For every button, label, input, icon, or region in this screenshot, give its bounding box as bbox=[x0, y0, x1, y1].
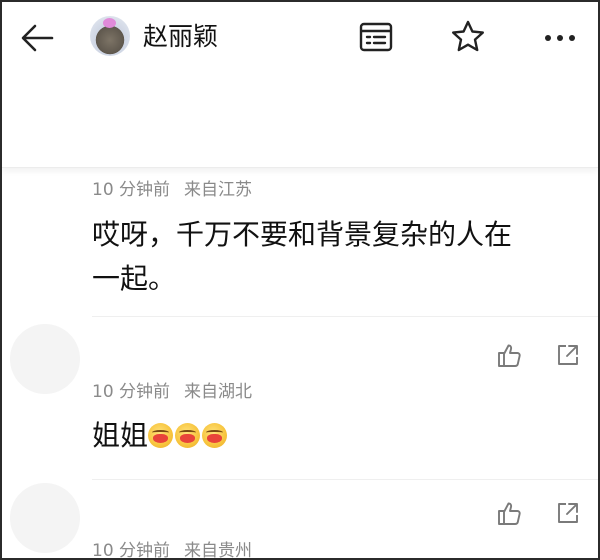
comment-location: 来自湖北 bbox=[184, 382, 253, 402]
comment-text-content: 姐姐 bbox=[92, 419, 149, 452]
like-icon[interactable] bbox=[495, 341, 523, 369]
top-bar: 赵丽颖 bbox=[2, 2, 598, 168]
comment-text: 哎呀，千万不要和背景复杂的人在 一起。 bbox=[92, 213, 572, 301]
avatar[interactable] bbox=[10, 483, 80, 553]
comment-meta: 10 分钟前 来自湖北 bbox=[92, 377, 252, 402]
comment-meta: 10 分钟前 来自贵州 bbox=[92, 536, 253, 560]
star-icon[interactable] bbox=[448, 17, 488, 57]
like-icon[interactable] bbox=[495, 499, 523, 527]
avatar[interactable] bbox=[10, 324, 80, 394]
share-icon[interactable] bbox=[554, 341, 582, 369]
comment-text: 姐姐 bbox=[92, 414, 572, 458]
comment-text-line: 哎呀，千万不要和背景复杂的人在 bbox=[92, 218, 513, 251]
app-frame: 赵丽颖 10 分钟前 来自江苏 哎呀，千万不要和背景复杂的人在 一起。 10 分… bbox=[0, 0, 600, 560]
kiss-emoji-icon bbox=[202, 423, 228, 448]
page-title[interactable]: 赵丽颖 bbox=[143, 20, 218, 54]
comment-time: 10 分钟前 bbox=[92, 382, 171, 402]
avatar[interactable] bbox=[90, 16, 130, 56]
kiss-emoji-icon bbox=[175, 423, 201, 448]
comment-text-line: 一起。 bbox=[92, 262, 177, 295]
comment-meta: 10 分钟前 来自江苏 bbox=[92, 175, 252, 200]
kiss-emoji-icon bbox=[148, 423, 174, 448]
back-arrow-icon[interactable] bbox=[18, 18, 58, 58]
comment-location: 来自江苏 bbox=[184, 180, 253, 200]
comment-time: 10 分钟前 bbox=[92, 180, 171, 200]
reading-mode-icon[interactable] bbox=[356, 17, 396, 57]
divider bbox=[92, 316, 598, 317]
comment-time: 10 分钟前 bbox=[92, 541, 171, 560]
divider bbox=[92, 479, 598, 480]
comment-location: 来自贵州 bbox=[184, 541, 253, 560]
more-icon[interactable] bbox=[540, 17, 580, 57]
share-icon[interactable] bbox=[554, 499, 582, 527]
